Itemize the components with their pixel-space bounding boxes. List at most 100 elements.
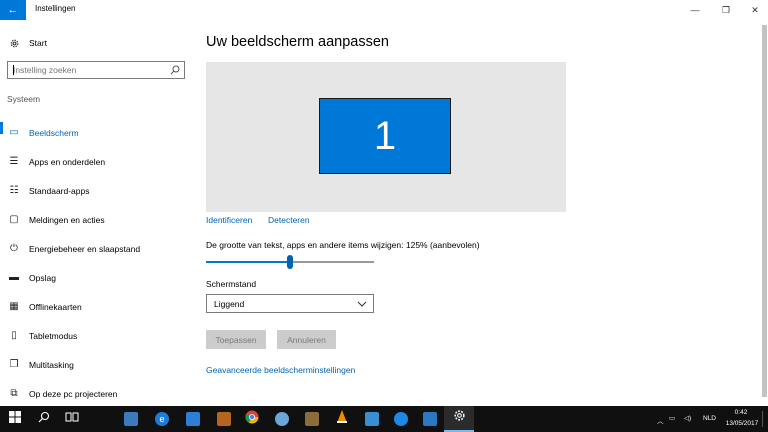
chevron-up-icon[interactable]: ︿ <box>657 415 664 425</box>
taskbar-app-vlc[interactable] <box>328 406 356 432</box>
search-icon <box>38 410 50 428</box>
search-icon[interactable] <box>170 65 180 75</box>
back-button[interactable]: ← <box>0 0 26 20</box>
sumatra-icon <box>305 412 319 426</box>
scale-slider[interactable] <box>206 255 374 269</box>
tablet-icon: ▯ <box>11 329 17 341</box>
scrollbar-thumb[interactable] <box>762 25 767 397</box>
scale-label: De grootte van tekst, apps en andere ite… <box>206 240 480 250</box>
store-icon <box>186 412 200 426</box>
apply-button[interactable]: Toepassen <box>206 330 266 349</box>
sidebar-item-notifications[interactable]: ▢ Meldingen en acties <box>0 205 192 234</box>
default-apps-icon: ☷ <box>9 184 19 196</box>
taskbar-app-sumatra[interactable] <box>298 406 326 432</box>
chrome-icon <box>245 410 259 429</box>
minimize-icon: — <box>690 5 700 15</box>
sidebar-item-storage[interactable]: ▬ Opslag <box>0 263 192 292</box>
monitor-1[interactable]: 1 <box>319 98 451 174</box>
sidebar-item-beeldscherm[interactable]: ▭ Beeldscherm <box>0 118 192 147</box>
display-preview: 1 <box>206 62 566 212</box>
taskbar-search-button[interactable] <box>30 406 58 432</box>
sidebar-item-label: Start <box>29 38 47 48</box>
orientation-value: Liggend <box>214 298 245 309</box>
page-title: Uw beeldscherm aanpassen <box>206 34 389 50</box>
title-bar: ← Instellingen — ❐ ✕ <box>0 0 768 20</box>
taskbar-app-teamviewer[interactable] <box>358 406 386 432</box>
taskbar-app-store[interactable] <box>179 406 207 432</box>
sidebar-item-label: Opslag <box>29 272 56 283</box>
edge-icon: e <box>155 412 169 426</box>
scale-slider-thumb[interactable] <box>287 255 293 269</box>
orientation-dropdown[interactable]: Liggend <box>206 294 374 313</box>
task-view-button[interactable] <box>58 406 86 432</box>
vlc-icon <box>336 409 348 429</box>
sidebar-item-offline-maps[interactable]: ▦ Offlinekaarten <box>0 292 192 321</box>
display-icon: ▭ <box>9 126 19 138</box>
taskbar-app-browser[interactable] <box>387 406 415 432</box>
project-icon: ⧉ <box>10 387 18 399</box>
window-title: Instellingen <box>35 4 76 13</box>
sidebar-item-start[interactable]: Start <box>0 35 192 51</box>
tray-time[interactable]: 0:42 <box>726 409 756 416</box>
sidebar-item-label: Beeldscherm <box>29 127 79 138</box>
active-indicator <box>0 122 3 134</box>
apps-list-icon: ☰ <box>9 155 19 167</box>
browser-icon <box>394 412 408 426</box>
chevron-down-icon <box>357 299 367 309</box>
show-desktop-button[interactable] <box>762 411 768 427</box>
settings-icon <box>453 409 466 427</box>
minimize-button[interactable]: — <box>680 0 710 20</box>
scrollbar[interactable] <box>761 25 768 401</box>
cancel-button[interactable]: Annuleren <box>277 330 336 349</box>
advanced-settings-link[interactable]: Geavanceerde beeldscherminstellingen <box>206 365 355 375</box>
back-arrow-icon: ← <box>7 4 19 16</box>
sidebar-item-apps[interactable]: ☰ Apps en onderdelen <box>0 147 192 176</box>
volume-icon[interactable]: ◁) <box>684 414 691 422</box>
sidebar-item-label: Energiebeheer en slaapstand <box>29 243 141 254</box>
identify-link[interactable]: Identificeren <box>206 215 252 225</box>
sidebar-item-multitasking[interactable]: ❐ Multitasking <box>0 350 192 379</box>
sidebar-item-label: Apps en onderdelen <box>29 156 106 167</box>
teamviewer-icon <box>365 412 379 426</box>
search-box[interactable] <box>7 61 185 79</box>
taskbar-app-paint[interactable] <box>268 406 296 432</box>
taskbar-app-photos[interactable] <box>210 406 238 432</box>
taskbar-app-settings[interactable] <box>444 406 474 432</box>
windows-start-button[interactable] <box>0 406 30 432</box>
map-icon: ▦ <box>9 300 19 312</box>
section-header: Systeem <box>7 94 41 104</box>
sidebar-item-label: Meldingen en acties <box>29 214 105 225</box>
sidebar-item-tablet-mode[interactable]: ▯ Tabletmodus <box>0 321 192 350</box>
close-icon: ✕ <box>751 4 759 15</box>
orientation-label: Schermstand <box>206 279 257 289</box>
sidebar-item-label: Op deze pc projecteren <box>29 388 118 399</box>
taskbar-app-mail[interactable] <box>416 406 444 432</box>
taskbar-app-chrome[interactable] <box>238 406 266 432</box>
network-icon[interactable]: ▭ <box>669 414 675 422</box>
tray-date[interactable]: 13/05/2017 <box>722 420 762 427</box>
maximize-icon: ❐ <box>721 4 731 15</box>
tray-language[interactable]: NLD <box>703 415 716 422</box>
nav-list: ▭ Beeldscherm ☰ Apps en onderdelen ☷ Sta… <box>0 118 192 408</box>
detect-link[interactable]: Detecteren <box>268 215 310 225</box>
maximize-button[interactable]: ❐ <box>711 0 741 20</box>
notepad-icon <box>124 412 138 426</box>
storage-icon: ▬ <box>9 271 19 283</box>
close-button[interactable]: ✕ <box>740 0 768 20</box>
search-input[interactable] <box>8 62 168 78</box>
scale-slider-fill <box>206 261 290 263</box>
windows-start-icon <box>9 410 21 428</box>
sidebar-item-label: Offlinekaarten <box>29 301 82 312</box>
sidebar-item-project[interactable]: ⧉ Op deze pc projecteren <box>0 379 192 408</box>
mail-icon <box>423 412 437 426</box>
power-icon: ⏻ <box>10 242 18 254</box>
taskbar: e ︿ ▭ ◁) NLD 0:42 13/05/2017 <box>0 406 768 432</box>
main-content: Uw beeldscherm aanpassen 1 Identificeren… <box>192 20 762 406</box>
sidebar-item-default-apps[interactable]: ☷ Standaard-apps <box>0 176 192 205</box>
taskbar-app-edge[interactable]: e <box>148 406 176 432</box>
taskbar-app-notepad[interactable] <box>117 406 145 432</box>
sidebar-item-power[interactable]: ⏻ Energiebeheer en slaapstand <box>0 234 192 263</box>
sidebar-item-label: Standaard-apps <box>29 185 90 196</box>
gear-icon <box>8 37 20 49</box>
sidebar-item-label: Tabletmodus <box>29 330 78 341</box>
